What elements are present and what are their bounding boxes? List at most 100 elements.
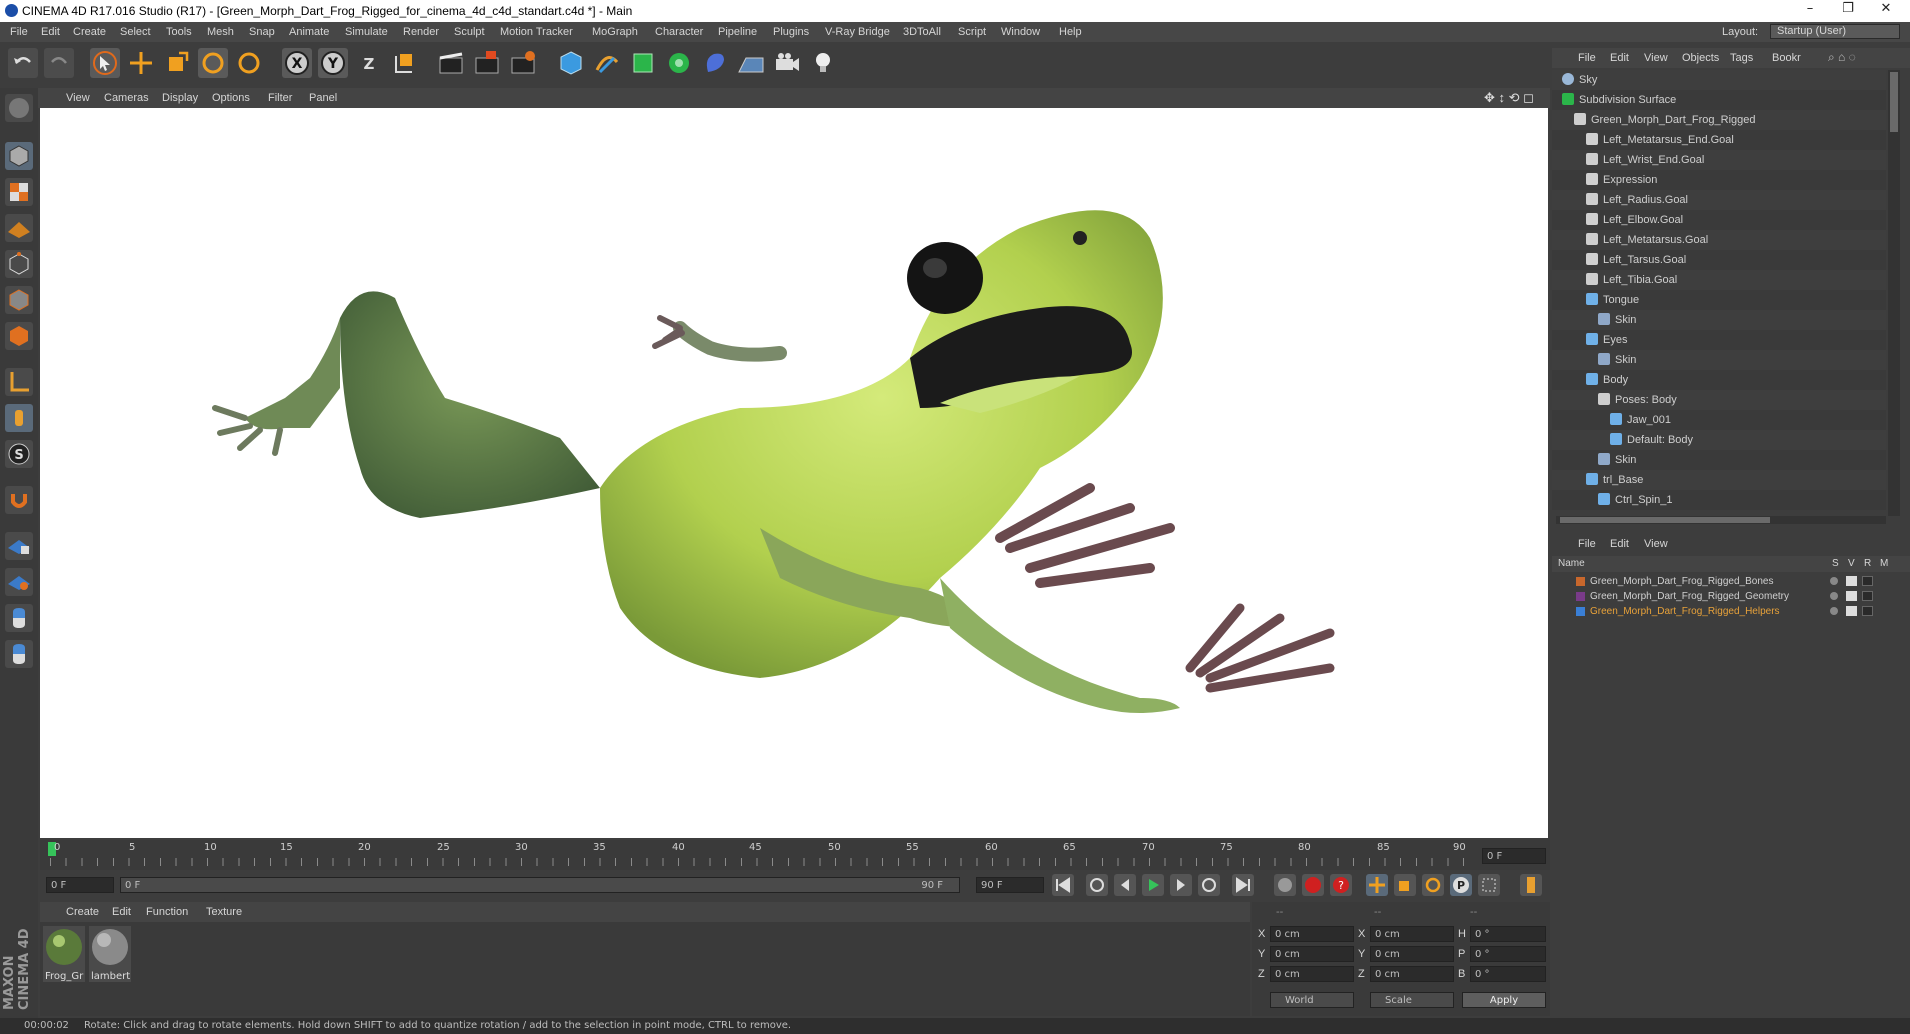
menu-vray-bridge[interactable]: V-Ray Bridge xyxy=(825,26,890,38)
layer-row[interactable]: Green_Morph_Dart_Frog_Rigged_Helpers xyxy=(1552,604,1910,619)
menu-edit[interactable]: Edit xyxy=(41,26,60,38)
material-menu-edit[interactable]: Edit xyxy=(112,906,131,918)
scale-tool-button[interactable] xyxy=(162,48,192,78)
menu-mograph[interactable]: MoGraph xyxy=(592,26,638,38)
light-button[interactable] xyxy=(808,48,838,78)
lock-workplane-button[interactable] xyxy=(5,532,33,560)
timeline-window-button[interactable] xyxy=(1520,874,1542,896)
rotation-h-field[interactable]: 0 ° xyxy=(1470,926,1546,942)
menu-window[interactable]: Window xyxy=(1001,26,1040,38)
key-scale-button[interactable] xyxy=(1394,874,1416,896)
material-menu-texture[interactable]: Texture xyxy=(206,906,242,918)
viewport-menu-cameras[interactable]: Cameras xyxy=(104,92,149,104)
key-rotation-button[interactable] xyxy=(1422,874,1444,896)
model-mode-button[interactable] xyxy=(5,142,33,170)
layer-solo-toggle[interactable] xyxy=(1830,592,1838,600)
coordinate-system-button[interactable] xyxy=(390,48,420,78)
layer-visible-eye-icon[interactable] xyxy=(1846,591,1857,601)
end-frame-field[interactable]: 90 F xyxy=(976,877,1044,893)
previous-frame-button[interactable] xyxy=(1114,874,1136,896)
viewport-menu-view[interactable]: View xyxy=(66,92,90,104)
viewport-menu-display[interactable]: Display xyxy=(162,92,198,104)
object-tree-item[interactable]: Left_Metatarsus.Goal xyxy=(1552,230,1886,250)
layer-row[interactable]: Green_Morph_Dart_Frog_Rigged_Geometry xyxy=(1552,589,1910,604)
object-tree-item[interactable]: Left_Radius.Goal xyxy=(1552,190,1886,210)
layer-color-swatch[interactable] xyxy=(1576,592,1585,601)
object-menu-objects[interactable]: Objects xyxy=(1682,52,1719,64)
layer-color-swatch[interactable] xyxy=(1576,577,1585,586)
object-menu-edit[interactable]: Edit xyxy=(1610,52,1629,64)
redo-button[interactable] xyxy=(44,48,74,78)
object-menu-bookmarks[interactable]: Bookr xyxy=(1772,52,1801,64)
layer-color-swatch[interactable] xyxy=(1576,607,1585,616)
object-menu-file[interactable]: File xyxy=(1578,52,1596,64)
object-tree-item[interactable]: Left_Metatarsus_End.Goal xyxy=(1552,130,1886,150)
position-y-field[interactable]: 0 cm xyxy=(1270,946,1354,962)
floor-button[interactable] xyxy=(736,48,766,78)
render-to-picture-viewer-button[interactable] xyxy=(472,48,502,78)
layer-render-toggle[interactable] xyxy=(1862,576,1873,586)
next-frame-button[interactable] xyxy=(1170,874,1192,896)
menu-help[interactable]: Help xyxy=(1059,26,1082,38)
layer-menu-view[interactable]: View xyxy=(1644,538,1668,550)
go-to-end-button[interactable] xyxy=(1232,874,1254,896)
object-tree-item[interactable]: Sky xyxy=(1552,70,1886,90)
layer-render-toggle[interactable] xyxy=(1862,591,1873,601)
workplane-mode-button[interactable] xyxy=(5,214,33,242)
object-tree-item[interactable]: Left_Tibia.Goal xyxy=(1552,270,1886,290)
current-frame-field[interactable]: 0 F xyxy=(1482,848,1546,864)
material-menu-function[interactable]: Function xyxy=(146,906,188,918)
render-view-button[interactable] xyxy=(436,48,466,78)
menu-sculpt[interactable]: Sculpt xyxy=(454,26,485,38)
subdivision-surface-button[interactable] xyxy=(628,48,658,78)
layer-menu-file[interactable]: File xyxy=(1578,538,1596,550)
timeline-ruler[interactable]: 0 5 10 15 20 25 30 35 40 45 50 55 60 65 … xyxy=(40,840,1550,870)
perspective-viewport[interactable] xyxy=(40,108,1548,838)
camera-button[interactable] xyxy=(772,48,802,78)
size-y-field[interactable]: 0 cm xyxy=(1370,946,1454,962)
object-tree-item[interactable]: Expression xyxy=(1552,170,1886,190)
layer-row[interactable]: Green_Morph_Dart_Frog_Rigged_Bones xyxy=(1552,574,1910,589)
object-tree-item[interactable]: Ctrl_Spin_1 xyxy=(1552,490,1886,510)
x-axis-lock-button[interactable]: X xyxy=(282,48,312,78)
move-tool-button[interactable] xyxy=(126,48,156,78)
layout-dropdown[interactable]: Startup (User) xyxy=(1770,24,1900,39)
layer-menu-edit[interactable]: Edit xyxy=(1610,538,1629,550)
close-button[interactable]: ✕ xyxy=(1866,1,1906,16)
object-tree-item[interactable]: Left_Wrist_End.Goal xyxy=(1552,150,1886,170)
z-axis-lock-button[interactable]: Z xyxy=(354,48,384,78)
size-z-field[interactable]: 0 cm xyxy=(1370,966,1454,982)
key-parameter-button[interactable]: P xyxy=(1450,874,1472,896)
menu-snap[interactable]: Snap xyxy=(249,26,275,38)
planar-workplane-button[interactable] xyxy=(5,568,33,596)
axis-mode-button[interactable] xyxy=(5,368,33,396)
layer-solo-toggle[interactable] xyxy=(1830,577,1838,585)
python-script-button[interactable] xyxy=(5,604,33,632)
menu-pipeline[interactable]: Pipeline xyxy=(718,26,757,38)
object-tree-scrollbar[interactable] xyxy=(1888,70,1900,516)
position-x-field[interactable]: 0 cm xyxy=(1270,926,1354,942)
menu-select[interactable]: Select xyxy=(120,26,151,38)
go-to-start-button[interactable] xyxy=(1052,874,1074,896)
object-tree-item[interactable]: Eyes xyxy=(1552,330,1886,350)
viewport-navigation-icons[interactable]: ✥ ↕ ⟲ ◻ xyxy=(1484,90,1534,106)
object-tree-item[interactable]: Skin xyxy=(1552,310,1886,330)
size-x-field[interactable]: 0 cm xyxy=(1370,926,1454,942)
object-tree-item[interactable]: Body xyxy=(1552,370,1886,390)
solo-button[interactable]: S xyxy=(5,440,33,468)
layer-visible-eye-icon[interactable] xyxy=(1846,606,1857,616)
recent-tool-button[interactable] xyxy=(234,48,264,78)
points-mode-button[interactable] xyxy=(5,250,33,278)
object-menu-view[interactable]: View xyxy=(1644,52,1668,64)
restore-button[interactable]: ❐ xyxy=(1828,1,1868,16)
menu-file[interactable]: File xyxy=(10,26,28,38)
cube-object-button[interactable] xyxy=(556,48,586,78)
y-axis-lock-button[interactable]: Y xyxy=(318,48,348,78)
object-tree-item[interactable]: Default: Body xyxy=(1552,430,1886,450)
object-tree-item[interactable]: Tongue xyxy=(1552,290,1886,310)
minimize-button[interactable]: – xyxy=(1790,1,1830,16)
menu-plugins[interactable]: Plugins xyxy=(773,26,809,38)
object-tree-item[interactable]: Jaw_001 xyxy=(1552,410,1886,430)
layer-render-toggle[interactable] xyxy=(1862,606,1873,616)
spline-pen-button[interactable] xyxy=(592,48,622,78)
